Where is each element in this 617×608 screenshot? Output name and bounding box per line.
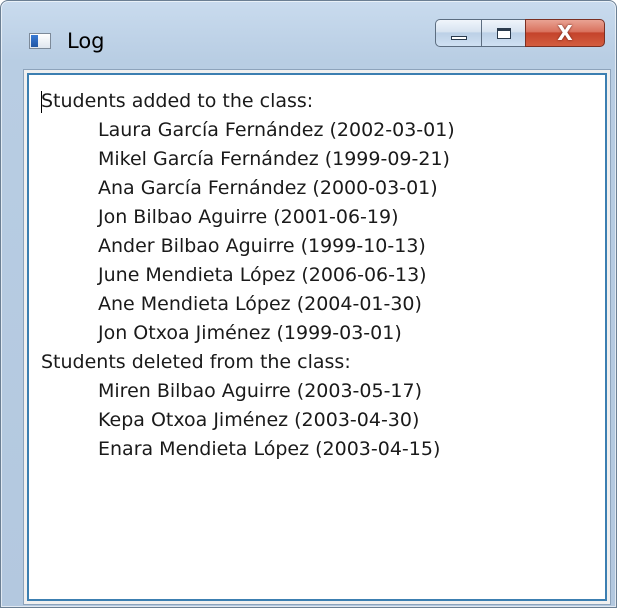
added-student-line: Laura García Fernández (2002-03-01): [98, 119, 455, 141]
deleted-student-line: Enara Mendieta López (2003-04-15): [98, 438, 441, 460]
added-student-line: Mikel García Fernández (1999-09-21): [98, 148, 450, 170]
added-student-line: Ander Bilbao Aguirre (1999-10-13): [98, 235, 426, 257]
close-icon: X: [557, 21, 573, 45]
added-student-line: Jon Otxoa Jiménez (1999-03-01): [98, 322, 402, 344]
client-area: Students added to the class: Laura Garcí…: [23, 69, 611, 605]
added-student-line: Jon Bilbao Aguirre (2001-06-19): [98, 206, 399, 228]
window-icon[interactable]: [29, 33, 51, 49]
minimize-icon: [450, 36, 467, 40]
window-title: Log: [67, 29, 105, 53]
caption-buttons: X: [435, 19, 605, 49]
close-button[interactable]: X: [525, 19, 605, 47]
added-student-line: Ana García Fernández (2000-03-01): [98, 177, 438, 199]
deleted-student-line: Kepa Otxoa Jiménez (2003-04-30): [98, 409, 420, 431]
title-bar[interactable]: Log X: [1, 1, 616, 61]
deleted-student-line: Miren Bilbao Aguirre (2003-05-17): [98, 380, 423, 402]
added-student-line: June Mendieta López (2006-06-13): [98, 264, 427, 286]
log-window: Log X Students added to the class: Laura…: [0, 0, 617, 608]
maximize-icon: [496, 27, 511, 39]
added-student-line: Ane Mendieta López (2004-01-30): [98, 293, 422, 315]
log-textbox[interactable]: Students added to the class: Laura Garcí…: [27, 73, 607, 601]
deleted-header: Students deleted from the class:: [41, 351, 351, 373]
text-caret: [41, 91, 42, 113]
added-header: Students added to the class:: [41, 90, 314, 112]
minimize-button[interactable]: [435, 19, 481, 47]
maximize-button[interactable]: [481, 19, 525, 47]
